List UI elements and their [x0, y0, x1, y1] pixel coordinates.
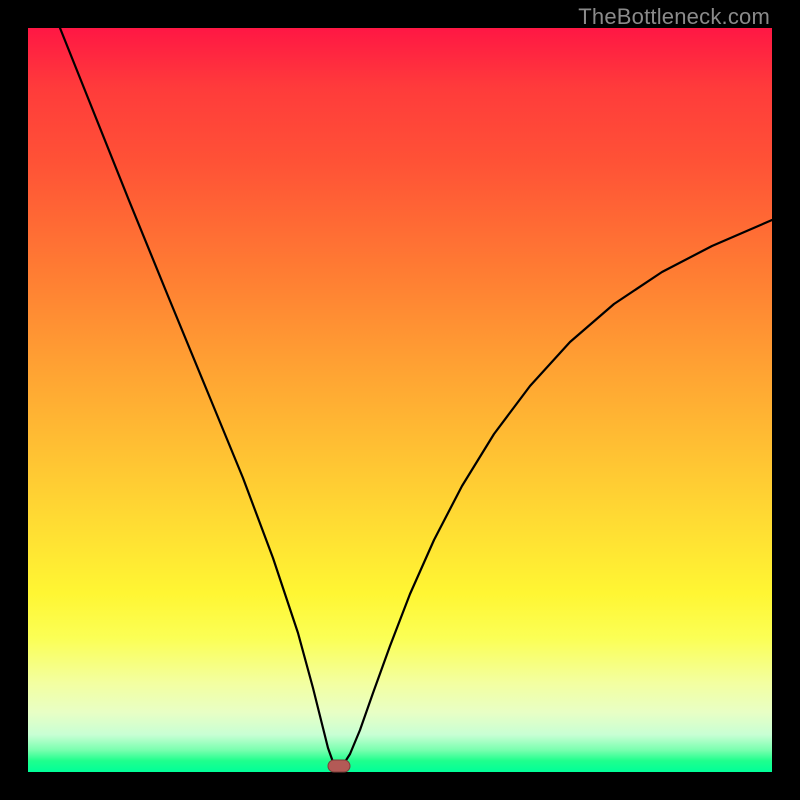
- min-marker: [328, 760, 350, 772]
- curve-layer: [28, 28, 772, 772]
- plot-area: [28, 28, 772, 772]
- watermark-text: TheBottleneck.com: [578, 4, 770, 30]
- chart-frame: TheBottleneck.com: [0, 0, 800, 800]
- bottleneck-curve: [58, 23, 772, 768]
